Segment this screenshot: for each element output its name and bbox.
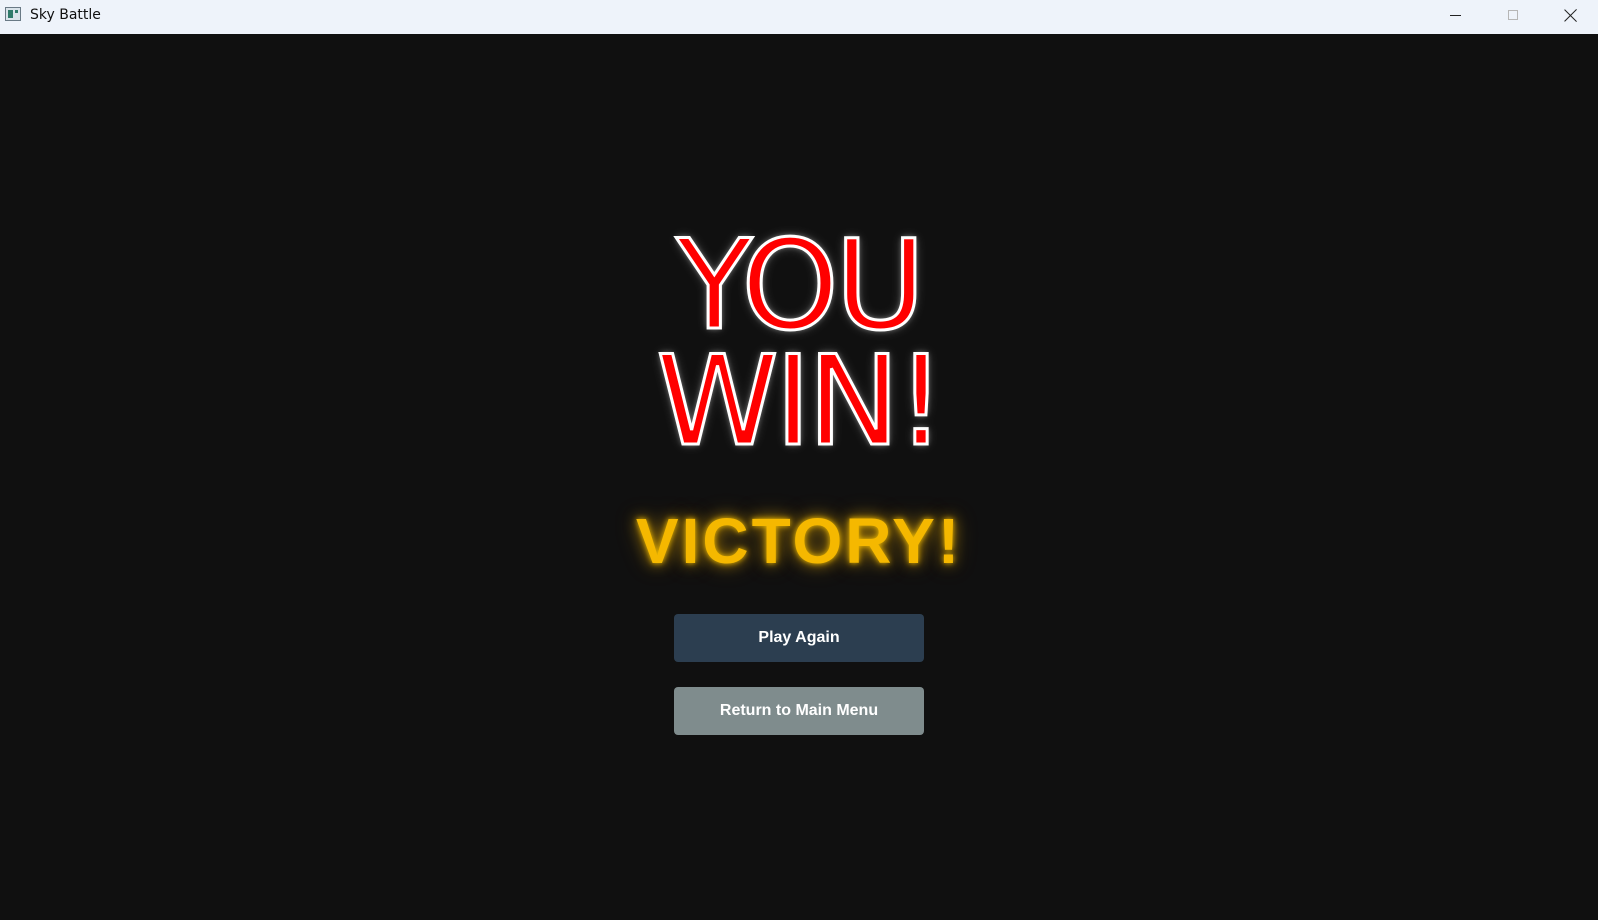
minimize-icon: [1449, 14, 1461, 16]
victory-subtitle: VICTORY!: [635, 505, 963, 577]
return-to-main-menu-button[interactable]: Return to Main Menu: [674, 687, 924, 735]
play-again-button[interactable]: Play Again: [674, 614, 924, 662]
game-canvas: YOU WIN! VICTORY! Play Again Return to M…: [0, 34, 1598, 920]
close-button[interactable]: [1542, 0, 1598, 30]
app-window-icon: [5, 7, 21, 21]
window-titlebar[interactable]: Sky Battle: [0, 0, 1598, 34]
minimize-button[interactable]: [1426, 0, 1484, 30]
maximize-icon: [1508, 10, 1518, 20]
window-title: Sky Battle: [30, 7, 101, 23]
close-icon: [1564, 8, 1578, 22]
headline-win: WIN!: [655, 330, 948, 474]
maximize-button[interactable]: [1484, 0, 1542, 30]
